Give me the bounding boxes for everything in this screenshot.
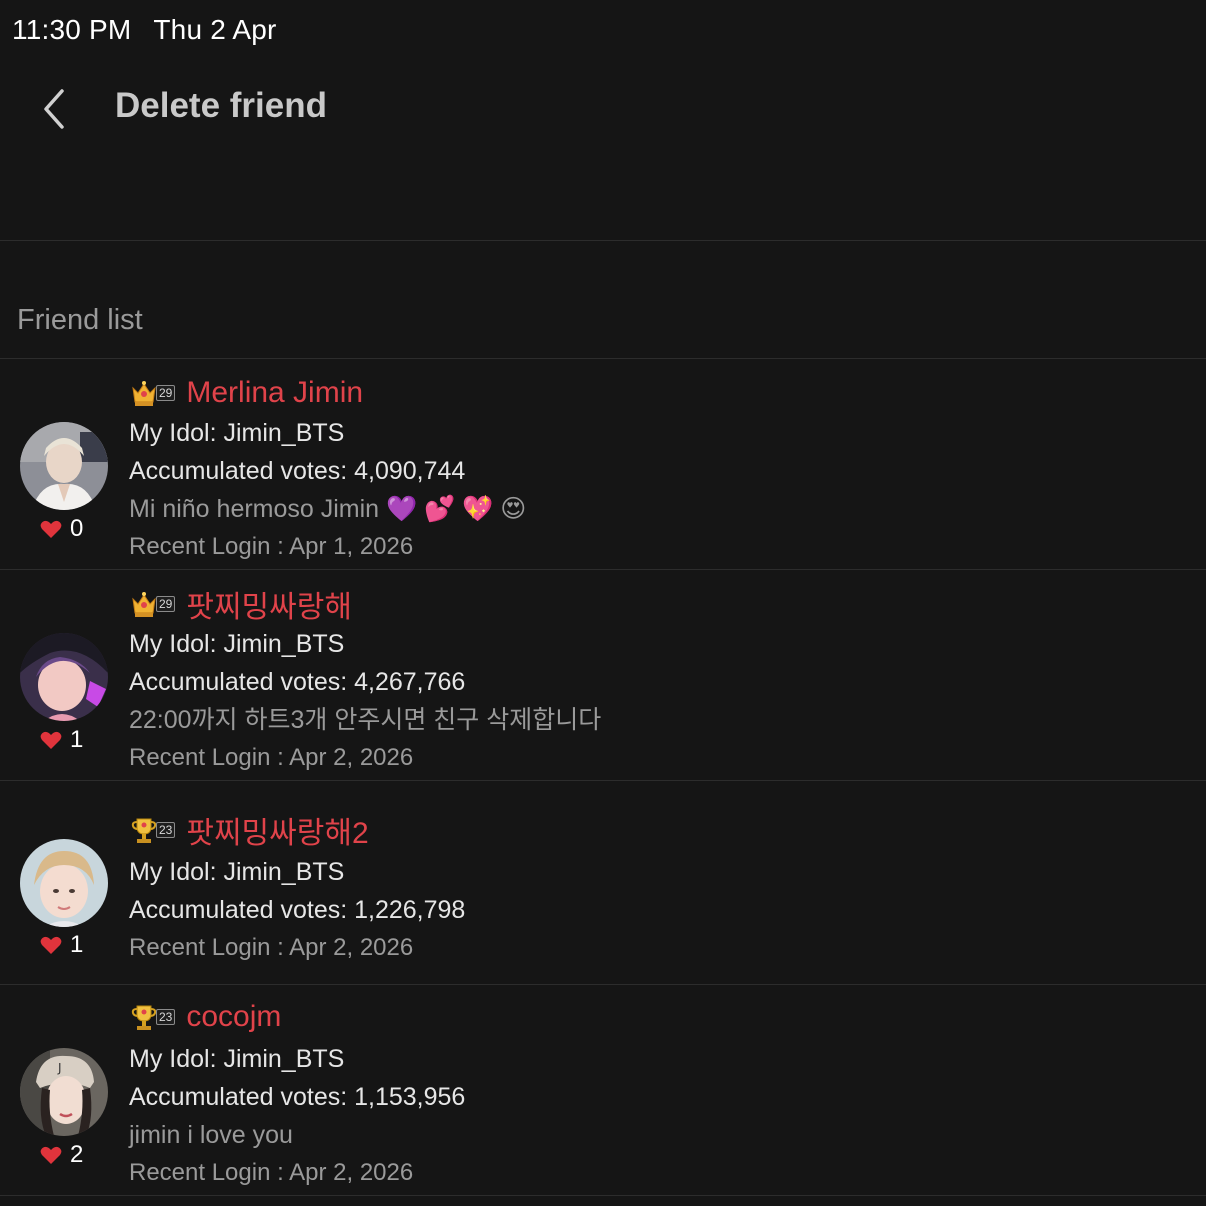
chevron-left-icon [44,89,64,129]
friend-name: Merlina Jimin [186,376,364,409]
heart-count-value: 2 [70,1141,84,1168]
trophy-icon [131,818,157,843]
friend-row[interactable]: J 2 23 cocojm My Idol: Jimin_BTS Accumul… [0,985,1206,1196]
page-title: Delete friend [115,86,327,125]
recent-login: Recent Login : Apr 2, 2026 [129,744,414,771]
avatar[interactable] [20,839,108,927]
friend-row[interactable]: 1 29 팟찌밍싸랑해 My Idol: Jimin_BTS Accumulat… [0,570,1206,781]
idol-line: My Idol: Jimin_BTS [129,630,345,658]
friend-info: 29 Merlina Jimin My Idol: Jimin_BTS Accu… [129,359,1186,566]
status-message: jimin i love you [129,1121,293,1149]
avatar[interactable] [20,422,108,510]
level-number: 29 [156,596,176,612]
recent-login: Recent Login : Apr 1, 2026 [129,533,414,560]
recent-login: Recent Login : Apr 2, 2026 [129,934,414,961]
friend-info: 29 팟찌밍싸랑해 My Idol: Jimin_BTS Accumulated… [129,570,1186,777]
friend-name: 팟찌밍싸랑해2 [186,817,369,850]
votes-line: Accumulated votes: 4,090,744 [129,457,466,485]
friend-list: 0 29 Merlina Jimin My Idol: Jimin_BTS Ac… [0,358,1206,1196]
status-time: 11:30 PM [12,14,132,45]
status-message: 22:00까지 하트3개 안주시면 친구 삭제합니다 [129,706,602,734]
avatar[interactable]: J [20,1048,108,1136]
crown-trophy-icon [132,592,156,617]
status-date: Thu 2 Apr [153,14,277,45]
level-badge: 23 [129,1002,176,1032]
idol-line: My Idol: Jimin_BTS [129,1045,345,1073]
heart-icon [40,1146,62,1164]
friend-info: 23 팟찌밍싸랑해2 My Idol: Jimin_BTS Accumulate… [129,781,1186,967]
back-button[interactable] [36,86,76,132]
heart-count-value: 1 [70,931,84,958]
heart-count-value: 1 [70,726,84,753]
idol-line: My Idol: Jimin_BTS [129,858,345,886]
friend-row[interactable]: 1 23 팟찌밍싸랑해2 My Idol: Jimin_BTS Accumula… [0,781,1206,985]
heart-icon [40,936,62,954]
heart-count-value: 0 [70,515,84,542]
svg-text:J: J [57,1061,62,1075]
heart-count: 1 [40,726,83,754]
friend-row[interactable]: 0 29 Merlina Jimin My Idol: Jimin_BTS Ac… [0,359,1206,570]
level-number: 29 [156,385,176,401]
level-badge: 23 [129,815,176,845]
friend-info: 23 cocojm My Idol: Jimin_BTS Accumulated… [129,985,1186,1192]
recent-login: Recent Login : Apr 2, 2026 [129,1159,414,1186]
friend-name: cocojm [186,1000,282,1033]
idol-line: My Idol: Jimin_BTS [129,419,345,447]
heart-count: 2 [40,1141,83,1169]
avatar[interactable] [20,633,108,721]
heart-count: 1 [40,931,83,959]
votes-line: Accumulated votes: 4,267,766 [129,668,466,696]
level-badge: 29 [129,378,176,408]
header: Delete friend [0,60,1206,241]
status-message: Mi niño hermoso Jimin 💜 💕 💖 😍 [129,495,527,523]
votes-line: Accumulated votes: 1,226,798 [129,896,466,924]
level-number: 23 [156,822,176,838]
friend-name: 팟찌밍싸랑해 [186,591,352,624]
votes-line: Accumulated votes: 1,153,956 [129,1083,466,1111]
trophy-icon [131,1005,157,1030]
level-number: 23 [156,1009,176,1025]
crown-trophy-icon [132,381,156,406]
status-bar: 11:30 PM Thu 2 Apr [12,14,277,46]
heart-icon [40,731,62,749]
level-badge: 29 [129,589,176,619]
heart-icon [40,520,62,538]
heart-count: 0 [40,515,83,543]
section-label: Friend list [17,304,143,336]
